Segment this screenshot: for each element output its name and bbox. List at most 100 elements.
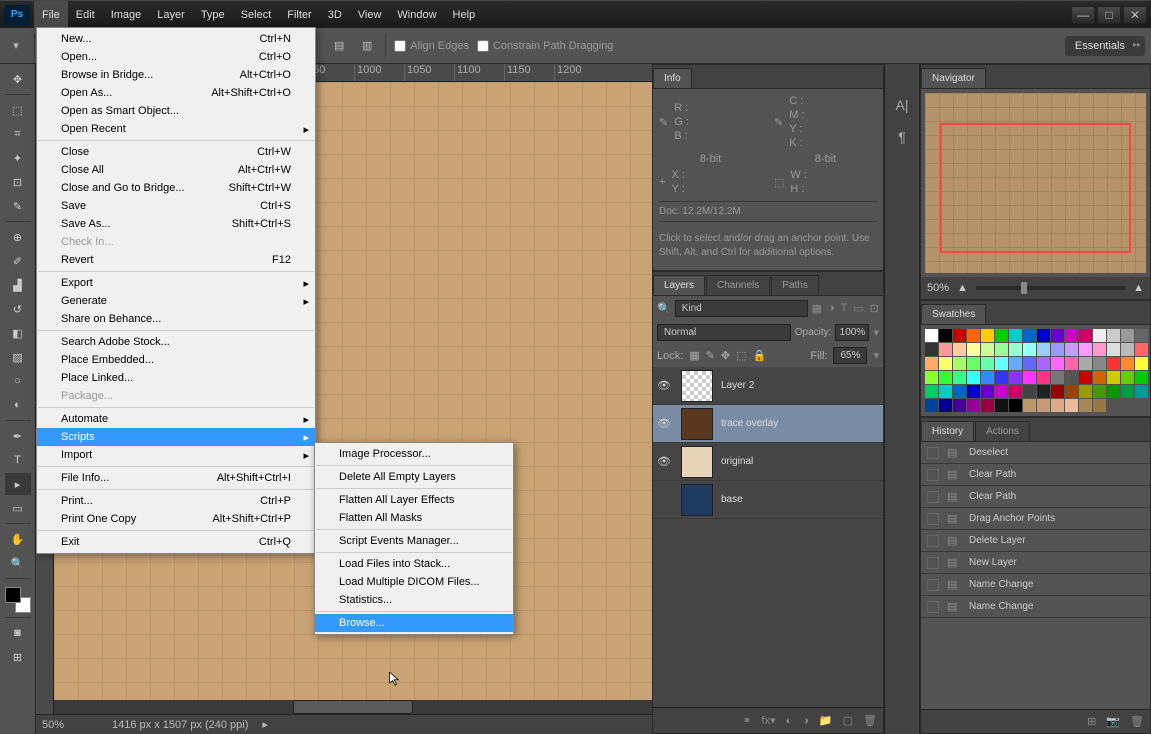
swatch[interactable]	[953, 329, 966, 342]
swatch[interactable]	[1065, 357, 1078, 370]
swatch[interactable]	[1037, 329, 1050, 342]
swatch[interactable]	[1107, 329, 1120, 342]
swatch[interactable]	[925, 329, 938, 342]
swatch[interactable]	[1051, 329, 1064, 342]
swatch[interactable]	[953, 371, 966, 384]
history-check[interactable]	[927, 535, 939, 547]
maximize-button[interactable]: □	[1097, 6, 1121, 24]
filter-pixel-icon[interactable]: ▦	[812, 302, 822, 315]
submenu-item[interactable]: Load Multiple DICOM Files...	[315, 573, 513, 591]
shape-tool[interactable]: ▭	[5, 497, 31, 519]
type-tool[interactable]: T	[5, 449, 31, 471]
layer-row[interactable]: 👁original	[653, 443, 883, 481]
swatch[interactable]	[981, 399, 994, 412]
swatch[interactable]	[1093, 371, 1106, 384]
eraser-tool[interactable]: ◧	[5, 322, 31, 344]
swatch[interactable]	[981, 343, 994, 356]
heal-tool[interactable]: ⊕	[5, 226, 31, 248]
layer-name[interactable]: base	[721, 494, 743, 505]
tab-paths[interactable]: Paths	[771, 275, 819, 295]
swatch[interactable]	[939, 399, 952, 412]
tab-actions[interactable]: Actions	[975, 421, 1030, 441]
lock-all-icon[interactable]: 🔒	[753, 349, 767, 362]
swatch[interactable]	[1079, 329, 1092, 342]
filter-kind[interactable]: Kind	[675, 300, 808, 317]
submenu-item[interactable]: Delete All Empty Layers	[315, 468, 513, 486]
swatches-tab[interactable]: Swatches	[921, 304, 986, 324]
submenu-item[interactable]: Image Processor...	[315, 445, 513, 463]
swatch[interactable]	[1009, 385, 1022, 398]
history-item[interactable]: ▤Drag Anchor Points	[921, 508, 1150, 530]
blur-tool[interactable]: ○	[5, 370, 31, 392]
snapshot-icon[interactable]: 📷	[1106, 715, 1120, 728]
constrain-check[interactable]: Constrain Path Dragging	[477, 40, 613, 52]
blend-mode[interactable]: Normal	[657, 324, 791, 341]
history-item[interactable]: ▤New Layer	[921, 552, 1150, 574]
tab-history[interactable]: History	[921, 421, 974, 441]
history-item[interactable]: ▤Clear Path	[921, 486, 1150, 508]
menu-item[interactable]: Generate▸	[37, 292, 315, 310]
mask-icon[interactable]: ◐	[786, 715, 793, 727]
swatch[interactable]	[939, 371, 952, 384]
layer-row[interactable]: 👁Layer 2	[653, 367, 883, 405]
menu-item[interactable]: Automate▸	[37, 410, 315, 428]
swatch[interactable]	[1079, 343, 1092, 356]
swatch[interactable]	[1051, 343, 1064, 356]
swatch[interactable]	[925, 357, 938, 370]
hand-tool[interactable]: ✋	[5, 528, 31, 550]
swatch[interactable]	[1079, 357, 1092, 370]
swatch[interactable]	[1093, 399, 1106, 412]
character-panel-icon[interactable]: A|	[891, 94, 913, 116]
menu-item[interactable]: Export▸	[37, 274, 315, 292]
swatch[interactable]	[953, 357, 966, 370]
submenu-item[interactable]: Load Files into Stack...	[315, 555, 513, 573]
history-item[interactable]: ▤Name Change	[921, 574, 1150, 596]
filter-adjust-icon[interactable]: ◑	[828, 302, 835, 315]
swatch[interactable]	[953, 385, 966, 398]
layer-thumb[interactable]	[681, 408, 713, 440]
swatch[interactable]	[1009, 357, 1022, 370]
history-check[interactable]	[927, 447, 939, 459]
opacity-value[interactable]: 100%	[835, 324, 869, 341]
swatch[interactable]	[995, 371, 1008, 384]
menu-item[interactable]: Close and Go to Bridge...Shift+Ctrl+W	[37, 179, 315, 197]
swatch[interactable]	[939, 357, 952, 370]
history-item[interactable]: ▤Delete Layer	[921, 530, 1150, 552]
crop-tool[interactable]: ⊡	[5, 171, 31, 193]
visibility-icon[interactable]: 👁	[657, 379, 673, 392]
swatch[interactable]	[925, 385, 938, 398]
swatch[interactable]	[1037, 371, 1050, 384]
submenu-item[interactable]: Flatten All Layer Effects	[315, 491, 513, 509]
submenu-item[interactable]: Script Events Manager...	[315, 532, 513, 550]
swatch[interactable]	[939, 343, 952, 356]
group-icon[interactable]: 📁	[819, 714, 833, 727]
menu-item[interactable]: Print One CopyAlt+Shift+Ctrl+P	[37, 510, 315, 528]
swatch[interactable]	[967, 399, 980, 412]
swatch[interactable]	[1023, 385, 1036, 398]
new-layer-icon[interactable]: ▢	[843, 714, 853, 727]
gradient-tool[interactable]: ▨	[5, 346, 31, 368]
history-check[interactable]	[927, 469, 939, 481]
swatch[interactable]	[1065, 329, 1078, 342]
menu-item[interactable]: Open as Smart Object...	[37, 102, 315, 120]
visibility-icon[interactable]: 👁	[657, 455, 673, 468]
layer-row[interactable]: base	[653, 481, 883, 519]
zoom-in-icon[interactable]: ▲	[1133, 282, 1144, 294]
menu-help[interactable]: Help	[445, 1, 484, 28]
history-brush-tool[interactable]: ↺	[5, 298, 31, 320]
swatch[interactable]	[967, 371, 980, 384]
menu-item[interactable]: Close AllAlt+Ctrl+W	[37, 161, 315, 179]
swatch[interactable]	[995, 343, 1008, 356]
layer-row[interactable]: 👁trace overlay	[653, 405, 883, 443]
history-item[interactable]: ▤Deselect	[921, 442, 1150, 464]
swatch[interactable]	[1093, 357, 1106, 370]
info-tab[interactable]: Info	[653, 68, 692, 88]
link-layers-icon[interactable]: ⚭	[742, 714, 751, 727]
align-edges-check[interactable]: Align Edges	[394, 40, 469, 52]
swatch[interactable]	[939, 329, 952, 342]
create-doc-icon[interactable]: ⊞	[1087, 715, 1096, 728]
menu-item[interactable]: SaveCtrl+S	[37, 197, 315, 215]
trash-icon[interactable]: 🗑	[863, 714, 877, 727]
menu-select[interactable]: Select	[233, 1, 280, 28]
swatch[interactable]	[1009, 371, 1022, 384]
